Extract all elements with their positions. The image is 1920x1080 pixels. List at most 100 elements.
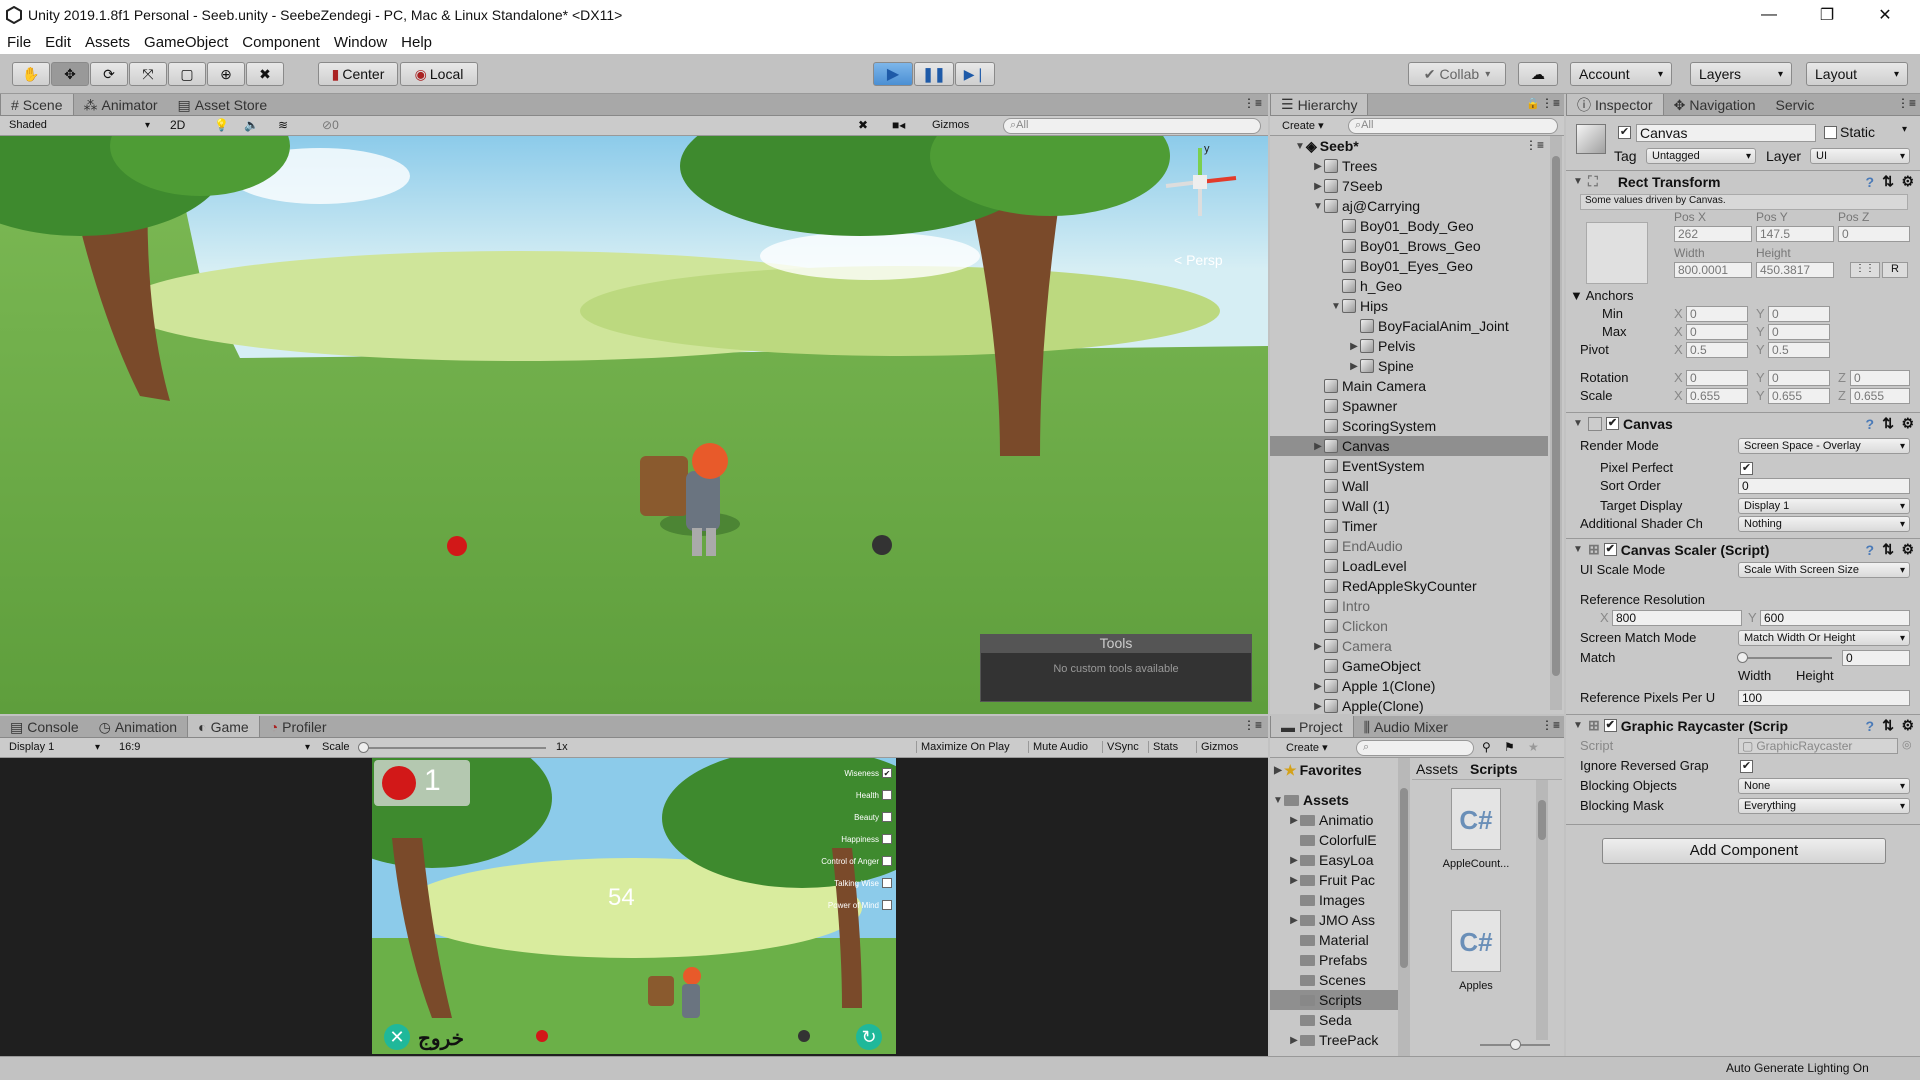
filter-type-icon[interactable]: ⚲ <box>1482 740 1491 754</box>
inspector-menu-icon[interactable]: ⋮≡ <box>1897 96 1916 110</box>
rot-x-field[interactable]: 0 <box>1686 370 1748 386</box>
object-name-input[interactable]: Canvas <box>1636 124 1816 142</box>
expand-arrow-icon[interactable]: ▼ <box>1294 141 1306 152</box>
tab-game[interactable]: ◐ Game <box>187 716 260 737</box>
blueprint-mode-icon[interactable]: ⋮⋮ <box>1850 262 1880 278</box>
posz-field[interactable]: 0 <box>1838 226 1910 242</box>
graphic-raycaster-header[interactable]: ▼ ⊞ ✔ Graphic Raycaster (Scrip ? ⇅ ⚙ <box>1566 714 1920 736</box>
expand-arrow-icon[interactable]: ▶ <box>1348 361 1360 372</box>
file-tile[interactable]: C# AppleCount... <box>1420 788 1532 884</box>
camera-icon[interactable]: ■◂ <box>892 118 905 132</box>
hierarchy-item[interactable]: Wall <box>1270 476 1548 496</box>
max-y-field[interactable]: 0 <box>1768 324 1830 340</box>
width-field[interactable]: 800.0001 <box>1674 262 1752 278</box>
layout-dropdown[interactable]: Layout ▾ <box>1806 62 1908 86</box>
lock-icon[interactable]: 🔒 <box>1526 97 1540 110</box>
favorite-star-icon[interactable]: ★ <box>1528 740 1539 754</box>
restart-icon[interactable]: ↻ <box>856 1024 882 1050</box>
scaler-settings-gear-icon[interactable]: ⚙ <box>1901 541 1914 558</box>
tag-dropdown[interactable]: Untagged <box>1646 148 1756 164</box>
expand-arrow-icon[interactable]: ▶ <box>1312 161 1324 172</box>
orientation-gizmo-icon[interactable]: y <box>1160 140 1240 220</box>
minimize-button[interactable]: — <box>1740 0 1798 30</box>
checkbox[interactable] <box>882 856 892 866</box>
raycaster-settings-gear-icon[interactable]: ⚙ <box>1901 717 1914 734</box>
project-folder-item[interactable]: Material <box>1270 930 1398 950</box>
project-folder-item[interactable]: Prefabs <box>1270 950 1398 970</box>
tab-hierarchy[interactable]: ☰ Hierarchy <box>1270 94 1369 115</box>
rot-z-field[interactable]: 0 <box>1850 370 1910 386</box>
scale-tool-icon[interactable]: ⤧ <box>129 62 167 86</box>
rect-tool-icon[interactable]: ▢ <box>168 62 206 86</box>
active-checkbox[interactable]: ✔ <box>1618 126 1631 139</box>
hierarchy-item[interactable]: RedAppleSkyCounter <box>1270 576 1548 596</box>
raycaster-presets-icon[interactable]: ⇅ <box>1882 717 1894 734</box>
hierarchy-item[interactable]: ▶ 7Seeb <box>1270 176 1548 196</box>
play-button[interactable]: ▶ <box>873 62 913 86</box>
expand-arrow-icon[interactable]: ▶ <box>1312 701 1324 712</box>
collapse-arrow-icon[interactable]: ▼ <box>1572 176 1584 187</box>
hierarchy-item[interactable]: ScoringSystem <box>1270 416 1548 436</box>
scene-search-input[interactable]: ⌕All <box>1003 118 1261 134</box>
folder-scroll-thumb[interactable] <box>1400 788 1408 968</box>
breadcrumb-scripts[interactable]: Scripts <box>1470 761 1517 777</box>
move-tool-icon[interactable]: ✥ <box>51 62 89 86</box>
project-folder-item[interactable]: ▶ JMO Ass <box>1270 910 1398 930</box>
expand-arrow-icon[interactable]: ▶ <box>1288 915 1300 926</box>
hierarchy-item[interactable]: Boy01_Brows_Geo <box>1270 236 1548 256</box>
rect-transform-header[interactable]: ▼ ⛶ Rect Transform ? ⇅ ⚙ <box>1566 170 1920 192</box>
icon-size-thumb[interactable] <box>1510 1039 1521 1050</box>
help-icon[interactable]: ? <box>1865 174 1874 190</box>
checkbox[interactable] <box>882 900 892 910</box>
anchor-presets-button[interactable] <box>1586 222 1648 284</box>
project-menu-icon[interactable]: ⋮≡ <box>1541 718 1560 732</box>
lighting-icon[interactable]: 💡 <box>214 118 229 132</box>
tab-project[interactable]: ▬ Project <box>1270 716 1354 737</box>
scaler-presets-icon[interactable]: ⇅ <box>1882 541 1894 558</box>
checkbox[interactable]: ✔ <box>882 768 892 778</box>
pivot-x-field[interactable]: 0.5 <box>1686 342 1748 358</box>
raw-edit-button[interactable]: R <box>1882 262 1908 278</box>
add-component-button[interactable]: Add Component <box>1602 838 1886 864</box>
raycaster-help-icon[interactable]: ? <box>1865 718 1874 734</box>
checkbox[interactable] <box>882 834 892 844</box>
scene-root[interactable]: ▼ ◈ Seeb* <box>1294 136 1359 156</box>
hierarchy-item[interactable]: Boy01_Body_Geo <box>1270 216 1548 236</box>
hierarchy-item[interactable]: Wall (1) <box>1270 496 1548 516</box>
ref-pixels-field[interactable]: 100 <box>1738 690 1910 706</box>
checkbox[interactable] <box>882 790 892 800</box>
project-folder-item[interactable]: ▶ Animatio <box>1270 810 1398 830</box>
expand-arrow-icon[interactable]: ▶ <box>1312 681 1324 692</box>
scale-slider-thumb[interactable] <box>358 742 369 753</box>
project-folder-item[interactable]: ▶ Fruit Pac <box>1270 870 1398 890</box>
layer-dropdown[interactable]: UI <box>1810 148 1910 164</box>
hierarchy-item[interactable]: ▶ Apple(Clone) <box>1270 696 1548 714</box>
screen-match-mode-dropdown[interactable]: Match Width Or Height <box>1738 630 1910 646</box>
breadcrumb-assets[interactable]: Assets <box>1416 761 1458 777</box>
scale-slider[interactable] <box>358 742 546 753</box>
expand-arrow-icon[interactable]: ▶ <box>1288 875 1300 886</box>
hierarchy-item[interactable]: ▼ Hips <box>1270 296 1548 316</box>
game-panel-menu-icon[interactable]: ⋮≡ <box>1243 718 1262 732</box>
restore-button[interactable]: ❐ <box>1798 0 1856 30</box>
canvas-settings-gear-icon[interactable]: ⚙ <box>1901 415 1914 432</box>
canvas-help-icon[interactable]: ? <box>1865 416 1874 432</box>
scene-tools-icon[interactable]: ✖ <box>858 118 868 132</box>
step-button[interactable]: ▶❘ <box>955 62 995 86</box>
transform-tool-icon[interactable]: ⊕ <box>207 62 245 86</box>
scene-viewport[interactable]: y < Persp Tools No custom tools availabl… <box>0 136 1268 714</box>
checkbox[interactable] <box>882 812 892 822</box>
ref-res-x-field[interactable]: 800 <box>1612 610 1742 626</box>
favorites-node[interactable]: ▶ ★ Favorites <box>1272 760 1362 780</box>
blocking-objects-dropdown[interactable]: None <box>1738 778 1910 794</box>
tab-navigation[interactable]: ✥ Navigation <box>1664 95 1766 115</box>
project-folder-item[interactable]: Scripts <box>1270 990 1398 1010</box>
pivot-y-field[interactable]: 0.5 <box>1768 342 1830 358</box>
hierarchy-item[interactable]: Boy01_Eyes_Geo <box>1270 256 1548 276</box>
hierarchy-item[interactable]: BoyFacialAnim_Joint <box>1270 316 1548 336</box>
canvas-scaler-header[interactable]: ▼ ⊞ ✔ Canvas Scaler (Script) ? ⇅ ⚙ <box>1566 538 1920 560</box>
game-gizmos-dropdown[interactable]: Gizmos <box>1196 741 1238 753</box>
hierarchy-item[interactable]: ▼ aj@Carrying <box>1270 196 1548 216</box>
hierarchy-create-dropdown[interactable]: Create ▾ <box>1282 119 1324 132</box>
mode-2d-toggle[interactable]: 2D <box>170 118 185 132</box>
